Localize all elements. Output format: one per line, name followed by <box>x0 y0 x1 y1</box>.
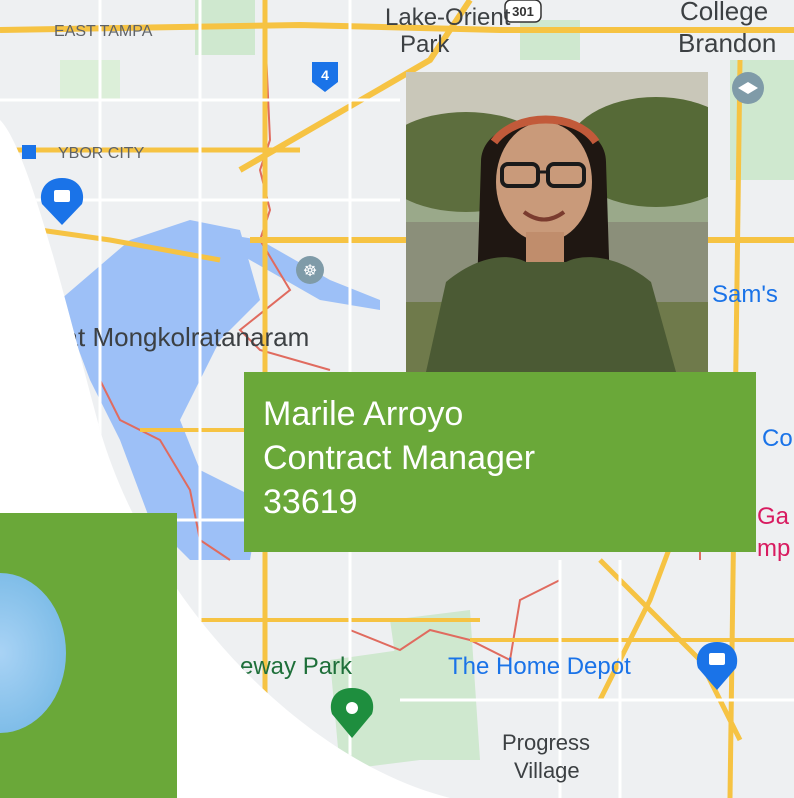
mp-label: mp <box>757 535 790 562</box>
park-label: Park <box>400 31 450 58</box>
profile-name: Marile Arroyo <box>263 395 464 433</box>
profile-title: Contract Manager <box>263 439 536 477</box>
progress-label: Progress <box>502 730 590 755</box>
lake-orient-label: Lake-Orient <box>385 4 511 31</box>
college-label: College <box>680 0 768 26</box>
dharma-wheel-icon: ☸ <box>303 263 317 280</box>
interstate-shield-icon <box>22 145 36 159</box>
interstate-4-label: 4 <box>321 67 329 83</box>
park-pin-dot <box>346 702 358 714</box>
us-301-label: 301 <box>512 4 534 19</box>
person-face <box>496 122 592 242</box>
profile-card: Marile Arroyo Contract Manager 33619 <box>244 372 756 552</box>
east-tampa-label: EAST TAMPA <box>54 23 153 40</box>
wat-label: Wat Mongkolratanaram <box>40 322 309 352</box>
village-label: Village <box>514 758 580 783</box>
decorative-blue-blob <box>0 573 66 733</box>
ga-label: Ga <box>757 503 790 530</box>
profile-photo <box>406 72 708 372</box>
person-shirt <box>426 257 676 372</box>
park-area <box>520 20 580 60</box>
ybor-city-label: YBOR CITY <box>58 145 145 162</box>
profile-zip: 33619 <box>263 483 358 521</box>
shopping-bag-icon <box>709 653 725 665</box>
brandon-label: Brandon <box>678 28 776 58</box>
sams-label: Sam's <box>712 281 778 308</box>
shopping-bag-icon <box>54 190 70 202</box>
decorative-green-card <box>0 513 177 798</box>
home-depot-label: The Home Depot <box>448 653 631 680</box>
eway-park-label: eway Park <box>240 653 353 680</box>
park-area <box>60 60 120 100</box>
a-label: A <box>22 190 37 215</box>
co-label: Co <box>762 425 793 452</box>
